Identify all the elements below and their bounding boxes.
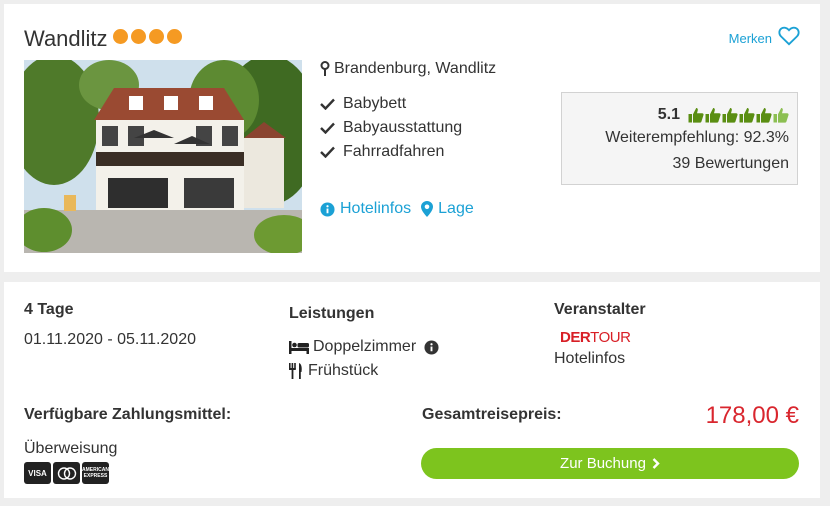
merken-label: Merken [728, 30, 772, 46]
trip-duration: 4 Tage [24, 301, 74, 318]
feature-item: Babyausstattung [320, 116, 462, 140]
feature-item: Fahrradfahren [320, 140, 462, 164]
hotel-stars [113, 29, 182, 44]
book-label: Zur Buchung [560, 455, 646, 472]
check-icon [320, 98, 335, 110]
service-board: Frühstück [289, 362, 378, 380]
recommendation-text: Weiterempfehlung: 92.3% [605, 129, 789, 146]
lage-link[interactable]: Lage [421, 200, 474, 218]
pin-icon [320, 61, 330, 76]
chevron-right-icon [652, 458, 660, 469]
thumbs-up-icon [739, 108, 755, 123]
rating-thumbs [688, 107, 789, 123]
thumbs-up-icon [722, 108, 738, 123]
cutlery-icon [289, 363, 302, 379]
star-dot [149, 29, 164, 44]
offer-card: 4 Tage 01.11.2020 - 05.11.2020 Leistunge… [4, 282, 820, 498]
check-icon [320, 122, 335, 134]
payment-heading: Verfügbare Zahlungsmittel: [24, 406, 232, 423]
star-dot [131, 29, 146, 44]
book-button[interactable]: Zur Buchung [421, 448, 799, 479]
hotel-card: Wandlitz Merken Brandenburg, Wandlitz Ba… [4, 4, 820, 272]
logo-text-bold: DER [560, 329, 591, 346]
total-price: 178,00 € [705, 402, 799, 429]
operator-hotelinfos-link[interactable]: Hotelinfos [554, 350, 625, 368]
bed-icon [289, 341, 309, 354]
logo-text-thin: TOUR [590, 329, 631, 346]
operator-heading: Veranstalter [554, 301, 646, 318]
thumbs-up-icon [773, 108, 789, 123]
location-text: Brandenburg, Wandlitz [334, 60, 497, 77]
rating-scoreline: 5.1 [562, 105, 789, 125]
feature-item: Babybett [320, 92, 462, 116]
info-icon[interactable] [424, 339, 439, 355]
thumbs-up-icon [756, 108, 772, 123]
board-label: Frühstück [308, 362, 379, 379]
hotel-location: Brandenburg, Wandlitz [320, 60, 496, 78]
feature-list: Babybett Babyausstattung Fahrradfahren [320, 92, 462, 164]
hotel-photo[interactable] [24, 60, 302, 253]
feature-label: Fahrradfahren [343, 143, 445, 160]
rating-score: 5.1 [657, 106, 680, 123]
feature-label: Babyausstattung [343, 119, 463, 136]
heart-icon [778, 26, 800, 46]
hotelinfos-label: Hotelinfos [340, 200, 412, 217]
lage-label: Lage [438, 200, 474, 217]
star-dot [167, 29, 182, 44]
merken-button[interactable]: Merken [729, 26, 800, 46]
service-room: Doppelzimmer [289, 338, 439, 356]
thumbs-up-icon [688, 108, 704, 123]
feature-label: Babybett [343, 95, 407, 112]
hotelinfos-link[interactable]: Hotelinfos [320, 200, 411, 218]
total-price-heading: Gesamtreisepreis: [422, 406, 562, 423]
amex-logo: AMERICAN EXPRESS [82, 462, 109, 484]
check-icon [320, 146, 335, 158]
hotel-name[interactable]: Wandlitz [24, 26, 108, 52]
hotel-image [24, 60, 302, 253]
thumbs-up-icon [705, 108, 721, 123]
dertour-logo: DERTOUR [560, 329, 631, 346]
map-pin-icon [421, 201, 434, 217]
services-heading: Leistungen [289, 305, 375, 322]
trip-dates: 01.11.2020 - 05.11.2020 [24, 331, 196, 348]
info-icon [320, 201, 335, 217]
star-dot [113, 29, 128, 44]
visa-logo: VISA [24, 462, 51, 484]
payment-logos: VISA AMERICAN EXPRESS [24, 462, 109, 484]
rating-box[interactable]: 5.1 Weiterempfehlung: 92.3% 39 Bewertung… [561, 92, 798, 185]
review-count: 39 Bewertungen [672, 155, 789, 172]
payment-method: Überweisung [24, 440, 118, 457]
mastercard-logo [53, 462, 80, 484]
hotel-links: Hotelinfos Lage [320, 200, 474, 218]
room-label: Doppelzimmer [313, 338, 417, 355]
